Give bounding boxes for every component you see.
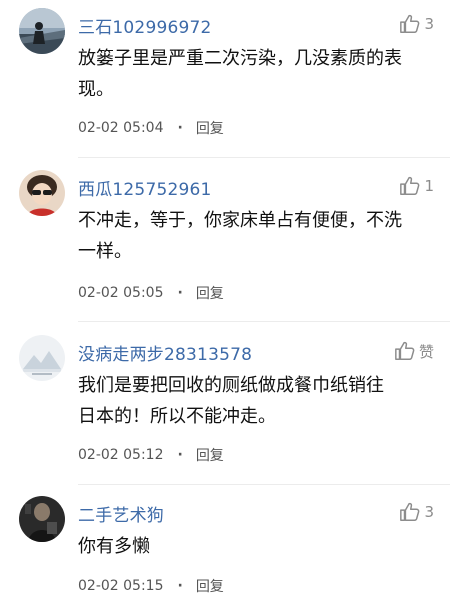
comment-text: 放篓子里是严重二次污染，几没素质的表 现。 (78, 43, 428, 105)
username[interactable]: 没病走两步28313578 (78, 340, 252, 365)
avatar[interactable] (19, 8, 65, 54)
like-count: 赞 (418, 342, 434, 361)
timestamp: 02-02 05:05 (78, 285, 164, 301)
thumbs-up-icon (400, 502, 420, 521)
divider (78, 484, 450, 485)
comment-item: 二手艺术狗 3 你有多懒 02-02 05:15 · 回复 (0, 488, 450, 611)
avatar[interactable] (19, 335, 65, 381)
like-button[interactable]: 1 (399, 174, 434, 198)
reply-button[interactable]: 回复 (196, 576, 224, 596)
comment-text-line: 现。 (78, 79, 114, 100)
timestamp: 02-02 05:12 (78, 447, 164, 463)
comment-item: 西瓜125752961 1 不冲走，等于，你家床单占有便便，不洗 一样。 02-… (0, 162, 450, 324)
username[interactable]: 西瓜125752961 (78, 175, 212, 200)
divider (78, 321, 450, 322)
reply-button[interactable]: 回复 (196, 283, 224, 303)
comment-text: 不冲走，等于，你家床单占有便便，不洗 一样。 (78, 205, 428, 267)
divider (78, 157, 450, 158)
comment-text-line: 日本的！所以不能冲走。 (78, 406, 276, 427)
thumbs-up-icon (400, 14, 420, 33)
like-button[interactable]: 3 (399, 12, 434, 36)
comment-text-line: 我们是要把回收的厕纸做成餐巾纸销往 (78, 375, 384, 396)
comment-text-line: 你有多懒 (78, 536, 150, 557)
avatar[interactable] (19, 496, 65, 542)
avatar[interactable] (19, 170, 65, 216)
comment-item: 三石102996972 3 放篓子里是严重二次污染，几没素质的表 现。 02-0… (0, 0, 450, 160)
reply-button[interactable]: 回复 (196, 445, 224, 465)
separator-dot: · (177, 447, 183, 463)
comment-text-line: 不冲走，等于，你家床单占有便便，不洗 (78, 210, 402, 231)
separator-dot: · (177, 120, 183, 136)
thumbs-up-icon (400, 176, 420, 195)
username[interactable]: 三石102996972 (78, 13, 212, 38)
like-count: 3 (424, 15, 434, 33)
timestamp: 02-02 05:04 (78, 120, 164, 136)
comment-meta: 02-02 05:12 · 回复 (78, 445, 224, 465)
comment-text: 你有多懒 (78, 531, 428, 562)
comment-meta: 02-02 05:05 · 回复 (78, 283, 224, 303)
like-button[interactable]: 3 (399, 500, 434, 524)
comment-item: 没病走两步28313578 赞 我们是要把回收的厕纸做成餐巾纸销往 日本的！所以… (0, 327, 450, 489)
thumbs-up-icon (395, 341, 415, 360)
separator-dot: · (177, 578, 183, 594)
username[interactable]: 二手艺术狗 (78, 501, 164, 526)
like-count: 1 (424, 177, 434, 195)
comment-text-line: 一样。 (78, 241, 132, 262)
timestamp: 02-02 05:15 (78, 578, 164, 594)
separator-dot: · (177, 285, 183, 301)
like-button[interactable]: 赞 (394, 339, 434, 363)
comment-meta: 02-02 05:15 · 回复 (78, 576, 224, 596)
comment-text: 我们是要把回收的厕纸做成餐巾纸销往 日本的！所以不能冲走。 (78, 370, 428, 432)
comment-meta: 02-02 05:04 · 回复 (78, 118, 224, 138)
comment-text-line: 放篓子里是严重二次污染，几没素质的表 (78, 48, 402, 69)
like-count: 3 (424, 503, 434, 521)
comment-list: 三石102996972 3 放篓子里是严重二次污染，几没素质的表 现。 02-0… (0, 0, 450, 611)
reply-button[interactable]: 回复 (196, 118, 224, 138)
